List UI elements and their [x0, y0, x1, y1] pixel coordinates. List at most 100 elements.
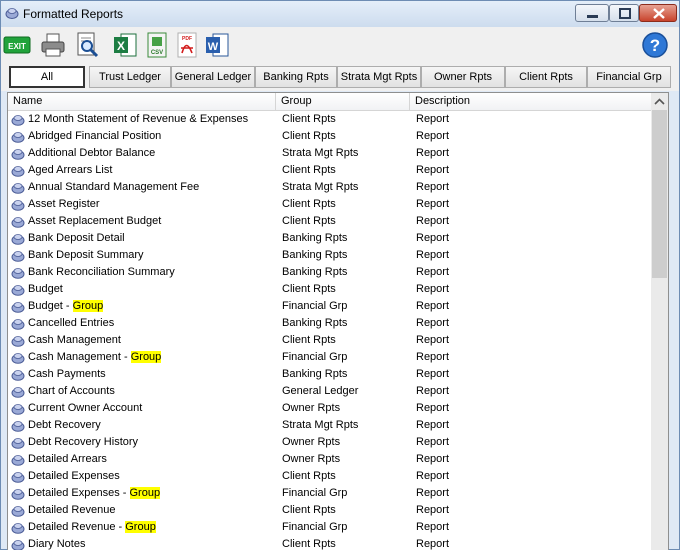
report-name: 12 Month Statement of Revenue & Expenses — [28, 113, 249, 125]
print-button[interactable] — [39, 31, 67, 59]
report-group: Financial Grp — [282, 300, 348, 312]
report-icon — [11, 115, 25, 126]
preview-button[interactable] — [73, 31, 101, 59]
report-description: Report — [416, 164, 450, 176]
report-icon — [11, 523, 25, 534]
svg-text:EXIT: EXIT — [8, 42, 26, 51]
scrollbar-thumb[interactable] — [652, 110, 667, 278]
list-item[interactable]: Cash Payments Banking Rpts Report — [8, 366, 651, 383]
report-icon — [11, 149, 25, 160]
list-item[interactable]: Bank Deposit Detail Banking Rpts Report — [8, 230, 651, 247]
filter-financial-grp-button[interactable]: Financial Grp — [587, 66, 671, 88]
report-description: Report — [416, 368, 450, 380]
report-description: Report — [416, 470, 450, 482]
list-item[interactable]: Asset Register Client Rpts Report — [8, 196, 651, 213]
column-header-description[interactable]: Description — [410, 93, 651, 111]
list-item[interactable]: 12 Month Statement of Revenue & Expenses… — [8, 111, 651, 128]
exit-button[interactable]: EXIT — [3, 31, 31, 59]
filter-bar: All Trust Ledger General Ledger Banking … — [1, 63, 679, 91]
report-group: Strata Mgt Rpts — [282, 419, 359, 431]
filter-trust-ledger-button[interactable]: Trust Ledger — [89, 66, 171, 88]
list-item[interactable]: Detailed Expenses - Group Financial Grp Re… — [8, 485, 651, 502]
column-header-name[interactable]: Name — [8, 93, 276, 111]
export-word-button[interactable]: W — [203, 31, 231, 59]
report-icon — [11, 336, 25, 347]
export-pdf-button[interactable]: PDF — [173, 31, 201, 59]
report-description: Report — [416, 215, 450, 227]
printer-icon — [41, 33, 65, 57]
list-item[interactable]: Detailed Expenses Client Rpts Report — [8, 468, 651, 485]
report-name: Cash Management — [28, 334, 121, 346]
list-item[interactable]: Annual Standard Management Fee Strata Mgt… — [8, 179, 651, 196]
list-item[interactable]: Additional Debtor Balance Strata Mgt Rpts… — [8, 145, 651, 162]
search-highlight: Group — [129, 487, 161, 499]
svg-text:X: X — [117, 39, 125, 53]
list-item[interactable]: Cash Management - Group Financial Grp Repo… — [8, 349, 651, 366]
help-button[interactable]: ? — [641, 31, 669, 59]
window-title: Formatted Reports — [23, 7, 124, 21]
report-name: Abridged Financial Position — [28, 130, 162, 142]
filter-all-button[interactable]: All — [9, 66, 85, 88]
report-name: Additional Debtor Balance — [28, 147, 156, 159]
report-group: Client Rpts — [282, 130, 336, 142]
export-csv-button[interactable]: CSV — [143, 31, 171, 59]
report-name: Debt Recovery History — [28, 436, 139, 448]
report-description: Report — [416, 266, 450, 278]
vertical-scrollbar[interactable] — [651, 93, 668, 550]
report-icon — [11, 455, 25, 466]
list-item[interactable]: Detailed Revenue Client Rpts Report — [8, 502, 651, 519]
list-item[interactable]: Cash Management Client Rpts Report — [8, 332, 651, 349]
filter-general-ledger-button[interactable]: General Ledger — [171, 66, 255, 88]
report-name: Detailed Arrears — [28, 453, 107, 465]
list-item[interactable]: Budget - Group Financial Grp Report — [8, 298, 651, 315]
filter-client-rpts-button[interactable]: Client Rpts — [505, 66, 587, 88]
filter-banking-rpts-button[interactable]: Banking Rpts — [255, 66, 337, 88]
list-item[interactable]: Budget Client Rpts Report — [8, 281, 651, 298]
svg-text:CSV: CSV — [151, 50, 163, 56]
print-preview-icon — [77, 32, 99, 58]
export-excel-button[interactable]: X — [111, 31, 139, 59]
report-icon — [11, 489, 25, 500]
list-item[interactable]: Bank Reconciliation Summary Banking Rpts R… — [8, 264, 651, 281]
report-name: Cancelled Entries — [28, 317, 115, 329]
report-group: Client Rpts — [282, 164, 336, 176]
filter-strata-mgt-rpts-button[interactable]: Strata Mgt Rpts — [337, 66, 421, 88]
toolbar: EXIT X CSV PDF W ? — [1, 27, 679, 63]
list-item[interactable]: Asset Replacement Budget Client Rpts Repor… — [8, 213, 651, 230]
report-description: Report — [416, 538, 450, 550]
report-icon — [11, 285, 25, 296]
report-group: General Ledger — [282, 385, 359, 397]
list-item[interactable]: Diary Notes Client Rpts Report — [8, 536, 651, 550]
list-item[interactable]: Bank Deposit Summary Banking Rpts Report — [8, 247, 651, 264]
scroll-up-icon[interactable] — [651, 93, 668, 110]
report-description: Report — [416, 147, 450, 159]
report-description: Report — [416, 283, 450, 295]
list-item[interactable]: Debt Recovery Strata Mgt Rpts Report — [8, 417, 651, 434]
report-group: Strata Mgt Rpts — [282, 147, 359, 159]
list-item[interactable]: Current Owner Account Owner Rpts Report — [8, 400, 651, 417]
filter-owner-rpts-button[interactable]: Owner Rpts — [421, 66, 505, 88]
report-icon — [11, 200, 25, 211]
title-bar[interactable]: Formatted Reports — [1, 1, 679, 27]
report-icon — [11, 370, 25, 381]
list-item[interactable]: Detailed Arrears Owner Rpts Report — [8, 451, 651, 468]
list-item[interactable]: Chart of Accounts General Ledger Report — [8, 383, 651, 400]
report-description: Report — [416, 334, 450, 346]
list-item[interactable]: Aged Arrears List Client Rpts Report — [8, 162, 651, 179]
report-description: Report — [416, 385, 450, 397]
maximize-button[interactable] — [609, 4, 639, 22]
report-group: Owner Rpts — [282, 402, 341, 414]
report-icon — [11, 506, 25, 517]
report-group: Client Rpts — [282, 538, 336, 550]
list-item[interactable]: Abridged Financial Position Client Rpts Re… — [8, 128, 651, 145]
reports-list[interactable]: Name Group Description 12 Month Statemen… — [7, 92, 669, 550]
report-group: Banking Rpts — [282, 232, 348, 244]
report-name: Cash Management - Group — [28, 351, 162, 363]
list-item[interactable]: Debt Recovery History Owner Rpts Report — [8, 434, 651, 451]
report-group: Banking Rpts — [282, 249, 348, 261]
minimize-button[interactable] — [575, 4, 609, 22]
list-item[interactable]: Cancelled Entries Banking Rpts Report — [8, 315, 651, 332]
column-header-group[interactable]: Group — [276, 93, 410, 111]
close-button[interactable] — [639, 4, 677, 22]
list-item[interactable]: Detailed Revenue - Group Financial Grp Rep… — [8, 519, 651, 536]
